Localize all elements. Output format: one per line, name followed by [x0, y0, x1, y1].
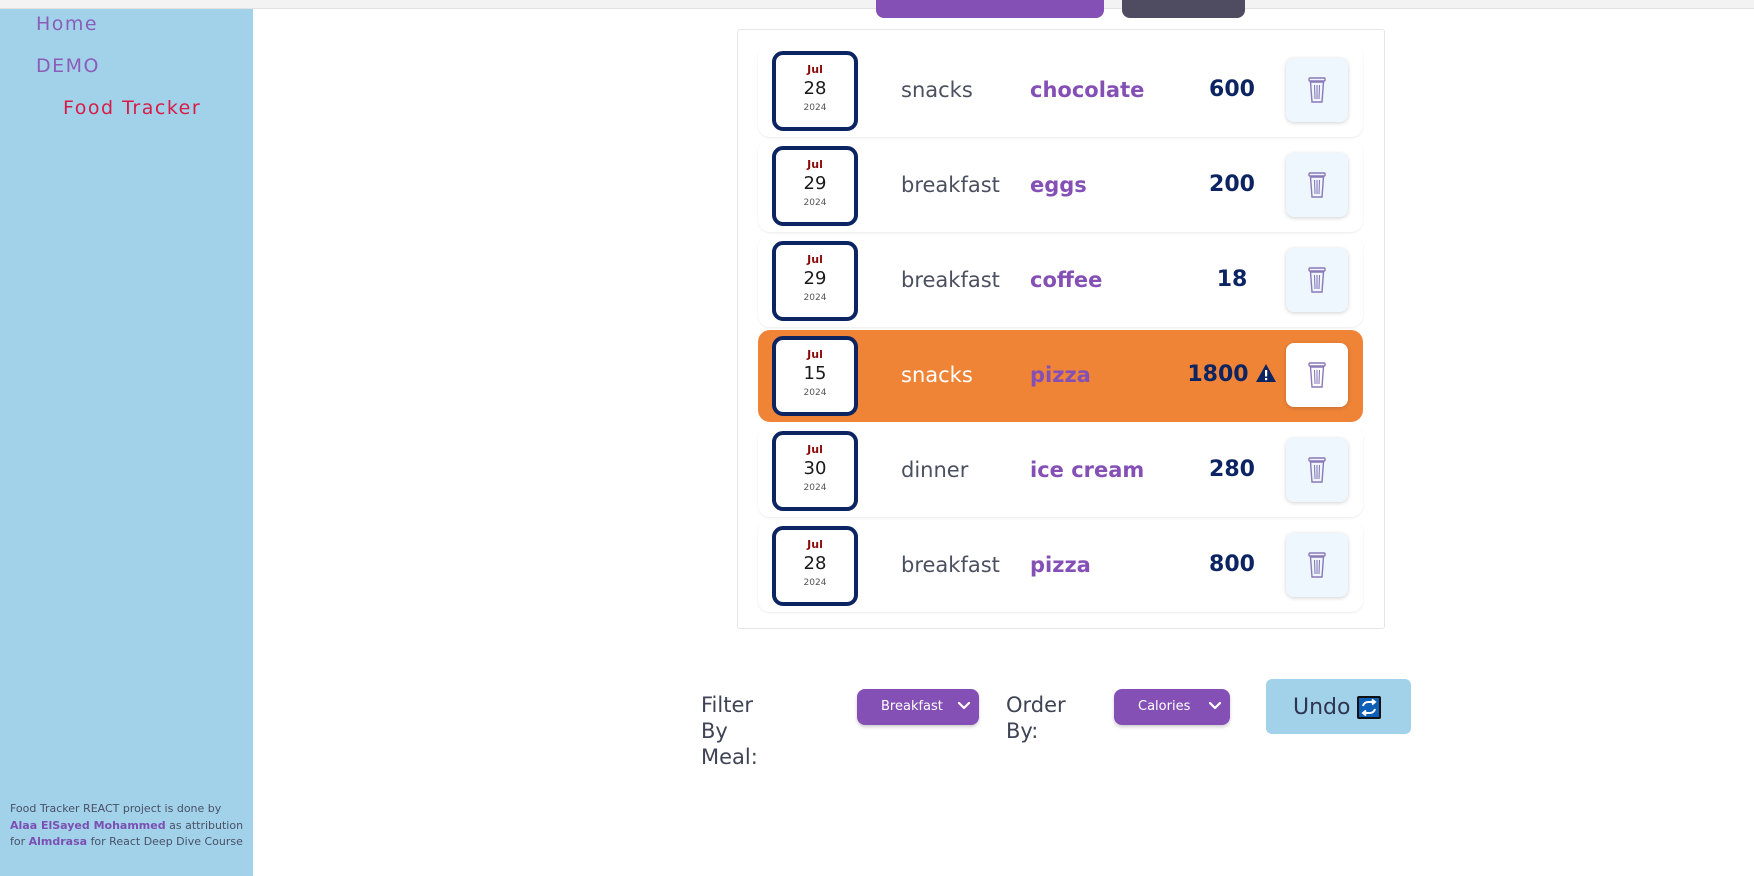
date-year: 2024: [803, 578, 827, 588]
calories-number: 800: [1209, 552, 1255, 577]
entry-row: Jul 29 2024 breakfast coffee 18: [758, 235, 1363, 327]
calories-number: 18: [1216, 267, 1248, 292]
date-month: Jul: [807, 158, 823, 171]
warning-icon: [1255, 364, 1276, 382]
date-day: 15: [803, 363, 827, 384]
trash-icon: [1308, 172, 1326, 198]
top-primary-button[interactable]: [876, 0, 1104, 18]
date-badge: Jul 28 2024: [772, 51, 858, 131]
entry-row: Jul 15 2024 snacks pizza 1800: [758, 330, 1363, 422]
date-badge: Jul 15 2024: [772, 336, 858, 416]
attribution-text-3: for: [10, 835, 26, 848]
meal-type: snacks: [901, 78, 973, 102]
food-name: pizza: [1030, 553, 1091, 577]
meal-type: breakfast: [901, 173, 1000, 197]
calories-number: 280: [1209, 457, 1255, 482]
food-name: pizza: [1030, 363, 1091, 387]
entry-row: Jul 28 2024 breakfast pizza 800: [758, 520, 1363, 612]
date-day: 30: [803, 458, 827, 479]
entry-row: Jul 29 2024 breakfast eggs 200: [758, 140, 1363, 232]
filter-meal-select[interactable]: Breakfast: [857, 689, 979, 725]
org-link[interactable]: Almdrasa: [29, 835, 87, 848]
undo-button[interactable]: Undo: [1266, 679, 1411, 734]
delete-button[interactable]: [1286, 533, 1348, 597]
delete-button[interactable]: [1286, 248, 1348, 312]
filter-label: Filter By Meal:: [701, 693, 758, 769]
attribution-text-2: as attribution: [169, 818, 244, 832]
entry-row: Jul 28 2024 snacks chocolate 600: [758, 45, 1363, 137]
sidebar-item-food-tracker[interactable]: Food Tracker: [63, 97, 201, 119]
chevron-down-icon: [1208, 701, 1222, 710]
meal-type: breakfast: [901, 553, 1000, 577]
date-day: 29: [803, 173, 827, 194]
date-badge: Jul 29 2024: [772, 241, 858, 321]
date-year: 2024: [803, 293, 827, 303]
filter-meal-value: Breakfast: [881, 699, 943, 714]
delete-button[interactable]: [1286, 343, 1348, 407]
undo-icon: [1357, 696, 1381, 719]
order-by-select[interactable]: Calories: [1114, 689, 1230, 725]
date-month: Jul: [807, 348, 823, 361]
trash-icon: [1308, 362, 1326, 388]
date-badge: Jul 29 2024: [772, 146, 858, 226]
trash-icon: [1308, 267, 1326, 293]
date-day: 28: [803, 553, 827, 574]
meal-type: snacks: [901, 363, 973, 387]
calories-number: 1800: [1187, 362, 1249, 387]
sidebar-item-home[interactable]: Home: [36, 13, 98, 35]
date-year: 2024: [803, 388, 827, 398]
sidebar-item-demo[interactable]: DEMO: [36, 55, 100, 77]
calories-number: 600: [1209, 77, 1255, 102]
meal-type: breakfast: [901, 268, 1000, 292]
date-badge: Jul 30 2024: [772, 431, 858, 511]
delete-button[interactable]: [1286, 438, 1348, 502]
food-name: eggs: [1030, 173, 1087, 197]
date-year: 2024: [803, 198, 827, 208]
date-year: 2024: [803, 483, 827, 493]
calories-number: 200: [1209, 172, 1255, 197]
delete-button[interactable]: [1286, 153, 1348, 217]
top-secondary-button[interactable]: [1122, 0, 1245, 18]
author-link[interactable]: Alaa ElSayed Mohammed: [10, 819, 166, 832]
attribution-text-1: Food Tracker REACT project is done by: [10, 802, 222, 815]
entry-row: Jul 30 2024 dinner ice cream 280: [758, 425, 1363, 517]
food-entries-list: Jul 28 2024 snacks chocolate 600 Jul 29 2024 brea…: [737, 29, 1385, 629]
date-month: Jul: [807, 253, 823, 266]
trash-icon: [1308, 77, 1326, 103]
trash-icon: [1308, 457, 1326, 483]
food-name: coffee: [1030, 268, 1103, 292]
date-day: 28: [803, 78, 827, 99]
sidebar: Home DEMO Food Tracker Food Tracker REAC…: [0, 9, 253, 876]
order-by-value: Calories: [1138, 699, 1191, 714]
attribution-text-4: for React Deep Dive Course: [90, 835, 243, 848]
undo-label: Undo: [1293, 695, 1351, 720]
delete-button[interactable]: [1286, 58, 1348, 122]
date-badge: Jul 28 2024: [772, 526, 858, 606]
attribution-footer: Food Tracker REACT project is done by Al…: [10, 801, 250, 851]
date-day: 29: [803, 268, 827, 289]
chevron-down-icon: [957, 701, 971, 710]
date-year: 2024: [803, 103, 827, 113]
date-month: Jul: [807, 63, 823, 76]
date-month: Jul: [807, 538, 823, 551]
meal-type: dinner: [901, 458, 969, 482]
order-label: Order By:: [1006, 693, 1066, 743]
trash-icon: [1308, 552, 1326, 578]
date-month: Jul: [807, 443, 823, 456]
